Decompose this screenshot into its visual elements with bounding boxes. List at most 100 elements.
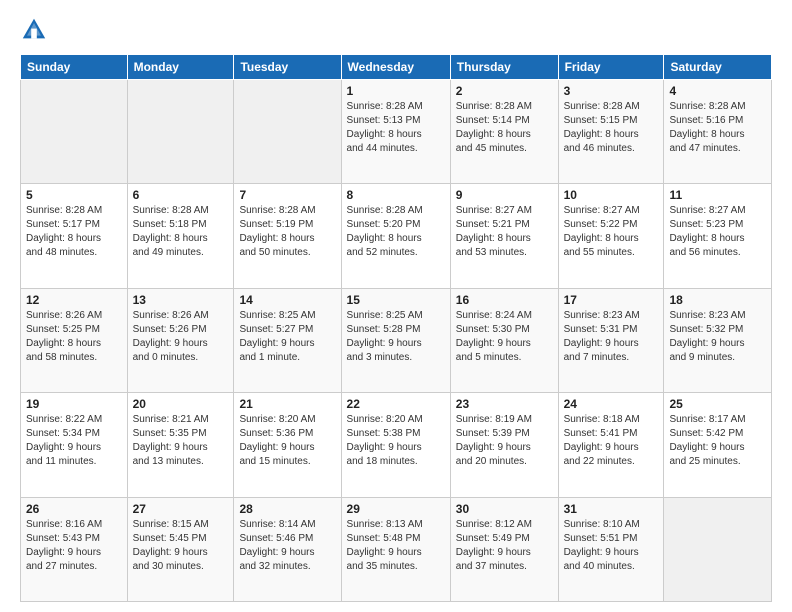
day-info: Sunrise: 8:27 AM Sunset: 5:22 PM Dayligh… — [564, 204, 659, 260]
day-info: Sunrise: 8:18 AM Sunset: 5:41 PM Dayligh… — [564, 413, 659, 469]
calendar-cell: 20Sunrise: 8:21 AM Sunset: 5:35 PM Dayli… — [127, 393, 234, 497]
day-number: 31 — [564, 502, 659, 516]
day-info: Sunrise: 8:28 AM Sunset: 5:17 PM Dayligh… — [26, 204, 122, 260]
day-info: Sunrise: 8:14 AM Sunset: 5:46 PM Dayligh… — [239, 518, 335, 574]
calendar-cell — [127, 80, 234, 184]
calendar-cell: 18Sunrise: 8:23 AM Sunset: 5:32 PM Dayli… — [664, 288, 772, 392]
day-info: Sunrise: 8:28 AM Sunset: 5:20 PM Dayligh… — [347, 204, 445, 260]
col-header-wednesday: Wednesday — [341, 55, 450, 80]
day-number: 30 — [456, 502, 553, 516]
day-info: Sunrise: 8:27 AM Sunset: 5:21 PM Dayligh… — [456, 204, 553, 260]
day-info: Sunrise: 8:20 AM Sunset: 5:36 PM Dayligh… — [239, 413, 335, 469]
day-number: 3 — [564, 84, 659, 98]
day-info: Sunrise: 8:28 AM Sunset: 5:18 PM Dayligh… — [133, 204, 229, 260]
page: SundayMondayTuesdayWednesdayThursdayFrid… — [0, 0, 792, 612]
day-number: 2 — [456, 84, 553, 98]
day-number: 11 — [669, 188, 766, 202]
calendar-cell: 5 Sunrise: 8:28 AM Sunset: 5:17 PM Daylig… — [21, 184, 128, 288]
calendar-cell: 6 Sunrise: 8:28 AM Sunset: 5:18 PM Daylig… — [127, 184, 234, 288]
day-info: Sunrise: 8:26 AM Sunset: 5:25 PM Dayligh… — [26, 309, 122, 365]
calendar-cell: 9Sunrise: 8:27 AM Sunset: 5:21 PM Daylig… — [450, 184, 558, 288]
day-number: 13 — [133, 293, 229, 307]
day-info: Sunrise: 8:28 AM Sunset: 5:19 PM Dayligh… — [239, 204, 335, 260]
day-info: Sunrise: 8:16 AM Sunset: 5:43 PM Dayligh… — [26, 518, 122, 574]
calendar-cell: 23 Sunrise: 8:19 AM Sunset: 5:39 PM Dayli… — [450, 393, 558, 497]
calendar-cell: 22 Sunrise: 8:20 AM Sunset: 5:38 PM Dayli… — [341, 393, 450, 497]
day-info: Sunrise: 8:28 AM Sunset: 5:14 PM Dayligh… — [456, 100, 553, 156]
day-info: Sunrise: 8:19 AM Sunset: 5:39 PM Dayligh… — [456, 413, 553, 469]
day-number: 21 — [239, 397, 335, 411]
week-row-3: 12 Sunrise: 8:26 AM Sunset: 5:25 PM Dayli… — [21, 288, 772, 392]
calendar-cell: 3Sunrise: 8:28 AM Sunset: 5:15 PM Daylig… — [558, 80, 664, 184]
day-number: 14 — [239, 293, 335, 307]
calendar-cell: 15Sunrise: 8:25 AM Sunset: 5:28 PM Dayli… — [341, 288, 450, 392]
day-info: Sunrise: 8:25 AM Sunset: 5:27 PM Dayligh… — [239, 309, 335, 365]
day-number: 17 — [564, 293, 659, 307]
calendar-cell: 7 Sunrise: 8:28 AM Sunset: 5:19 PM Daylig… — [234, 184, 341, 288]
calendar-table: SundayMondayTuesdayWednesdayThursdayFrid… — [20, 54, 772, 602]
day-info: Sunrise: 8:12 AM Sunset: 5:49 PM Dayligh… — [456, 518, 553, 574]
calendar-cell: 31 Sunrise: 8:10 AM Sunset: 5:51 PM Dayli… — [558, 497, 664, 601]
day-info: Sunrise: 8:10 AM Sunset: 5:51 PM Dayligh… — [564, 518, 659, 574]
calendar-header-row: SundayMondayTuesdayWednesdayThursdayFrid… — [21, 55, 772, 80]
calendar-cell: 2 Sunrise: 8:28 AM Sunset: 5:14 PM Daylig… — [450, 80, 558, 184]
calendar-cell: 29Sunrise: 8:13 AM Sunset: 5:48 PM Dayli… — [341, 497, 450, 601]
day-number: 27 — [133, 502, 229, 516]
day-number: 8 — [347, 188, 445, 202]
day-number: 18 — [669, 293, 766, 307]
calendar-cell: 10 Sunrise: 8:27 AM Sunset: 5:22 PM Dayli… — [558, 184, 664, 288]
day-number: 4 — [669, 84, 766, 98]
day-number: 25 — [669, 397, 766, 411]
week-row-2: 5 Sunrise: 8:28 AM Sunset: 5:17 PM Daylig… — [21, 184, 772, 288]
calendar-cell: 4 Sunrise: 8:28 AM Sunset: 5:16 PM Daylig… — [664, 80, 772, 184]
week-row-4: 19 Sunrise: 8:22 AM Sunset: 5:34 PM Dayli… — [21, 393, 772, 497]
header — [20, 16, 772, 44]
logo — [20, 16, 52, 44]
day-info: Sunrise: 8:21 AM Sunset: 5:35 PM Dayligh… — [133, 413, 229, 469]
day-info: Sunrise: 8:28 AM Sunset: 5:16 PM Dayligh… — [669, 100, 766, 156]
day-info: Sunrise: 8:13 AM Sunset: 5:48 PM Dayligh… — [347, 518, 445, 574]
day-info: Sunrise: 8:26 AM Sunset: 5:26 PM Dayligh… — [133, 309, 229, 365]
calendar-cell: 19 Sunrise: 8:22 AM Sunset: 5:34 PM Dayli… — [21, 393, 128, 497]
calendar-cell: 12 Sunrise: 8:26 AM Sunset: 5:25 PM Dayli… — [21, 288, 128, 392]
calendar-cell: 25 Sunrise: 8:17 AM Sunset: 5:42 PM Dayli… — [664, 393, 772, 497]
calendar-cell: 1Sunrise: 8:28 AM Sunset: 5:13 PM Daylig… — [341, 80, 450, 184]
day-info: Sunrise: 8:22 AM Sunset: 5:34 PM Dayligh… — [26, 413, 122, 469]
col-header-friday: Friday — [558, 55, 664, 80]
day-number: 22 — [347, 397, 445, 411]
calendar-cell: 8 Sunrise: 8:28 AM Sunset: 5:20 PM Daylig… — [341, 184, 450, 288]
col-header-sunday: Sunday — [21, 55, 128, 80]
day-number: 5 — [26, 188, 122, 202]
day-number: 23 — [456, 397, 553, 411]
calendar-cell: 14 Sunrise: 8:25 AM Sunset: 5:27 PM Dayli… — [234, 288, 341, 392]
week-row-5: 26Sunrise: 8:16 AM Sunset: 5:43 PM Dayli… — [21, 497, 772, 601]
day-info: Sunrise: 8:15 AM Sunset: 5:45 PM Dayligh… — [133, 518, 229, 574]
day-number: 16 — [456, 293, 553, 307]
col-header-thursday: Thursday — [450, 55, 558, 80]
calendar-cell — [21, 80, 128, 184]
col-header-monday: Monday — [127, 55, 234, 80]
day-info: Sunrise: 8:23 AM Sunset: 5:31 PM Dayligh… — [564, 309, 659, 365]
day-number: 15 — [347, 293, 445, 307]
day-number: 7 — [239, 188, 335, 202]
calendar-cell: 28 Sunrise: 8:14 AM Sunset: 5:46 PM Dayli… — [234, 497, 341, 601]
day-info: Sunrise: 8:27 AM Sunset: 5:23 PM Dayligh… — [669, 204, 766, 260]
calendar-cell: 13 Sunrise: 8:26 AM Sunset: 5:26 PM Dayli… — [127, 288, 234, 392]
col-header-saturday: Saturday — [664, 55, 772, 80]
calendar-cell: 21 Sunrise: 8:20 AM Sunset: 5:36 PM Dayli… — [234, 393, 341, 497]
day-number: 12 — [26, 293, 122, 307]
day-number: 28 — [239, 502, 335, 516]
week-row-1: 1Sunrise: 8:28 AM Sunset: 5:13 PM Daylig… — [21, 80, 772, 184]
calendar-cell: 27 Sunrise: 8:15 AM Sunset: 5:45 PM Dayli… — [127, 497, 234, 601]
calendar-cell: 30 Sunrise: 8:12 AM Sunset: 5:49 PM Dayli… — [450, 497, 558, 601]
day-number: 24 — [564, 397, 659, 411]
day-info: Sunrise: 8:17 AM Sunset: 5:42 PM Dayligh… — [669, 413, 766, 469]
calendar-cell: 16Sunrise: 8:24 AM Sunset: 5:30 PM Dayli… — [450, 288, 558, 392]
calendar-cell: 17 Sunrise: 8:23 AM Sunset: 5:31 PM Dayli… — [558, 288, 664, 392]
calendar-cell: 26Sunrise: 8:16 AM Sunset: 5:43 PM Dayli… — [21, 497, 128, 601]
day-number: 10 — [564, 188, 659, 202]
day-number: 6 — [133, 188, 229, 202]
col-header-tuesday: Tuesday — [234, 55, 341, 80]
day-number: 19 — [26, 397, 122, 411]
day-info: Sunrise: 8:20 AM Sunset: 5:38 PM Dayligh… — [347, 413, 445, 469]
